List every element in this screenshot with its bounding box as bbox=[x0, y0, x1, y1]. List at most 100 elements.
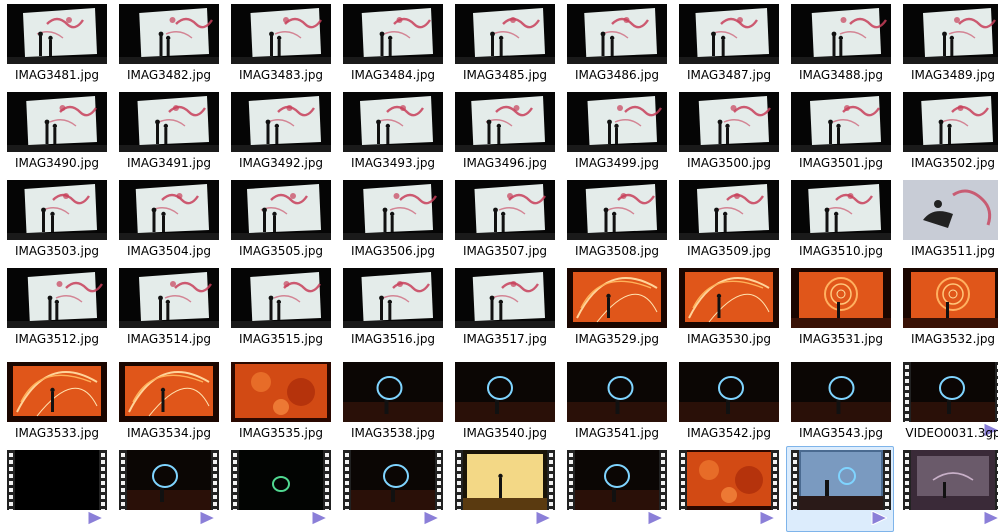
video-file-item[interactable] bbox=[562, 446, 670, 532]
file-thumbnail bbox=[567, 362, 667, 422]
image-file-item[interactable]: IMAG3504.jpg bbox=[114, 176, 222, 262]
image-file-item[interactable]: IMAG3488.jpg bbox=[786, 0, 894, 86]
file-thumbnail bbox=[567, 450, 667, 510]
file-name-label: IMAG3531.jpg bbox=[798, 332, 884, 346]
file-name-label: IMAG3516.jpg bbox=[350, 332, 436, 346]
image-file-item[interactable]: IMAG3542.jpg bbox=[674, 358, 782, 444]
image-file-item[interactable]: IMAG3486.jpg bbox=[562, 0, 670, 86]
file-thumbnail bbox=[679, 180, 779, 240]
file-thumbnail bbox=[119, 268, 219, 328]
video-play-icon bbox=[87, 510, 105, 529]
file-thumbnail bbox=[119, 92, 219, 152]
image-file-item[interactable]: IMAG3489.jpg bbox=[898, 0, 998, 86]
video-file-item[interactable] bbox=[114, 446, 222, 532]
image-file-item[interactable]: IMAG3516.jpg bbox=[338, 264, 446, 350]
image-file-item[interactable]: IMAG3534.jpg bbox=[114, 358, 222, 444]
file-thumbnail bbox=[567, 4, 667, 64]
image-file-item[interactable]: IMAG3496.jpg bbox=[450, 88, 558, 174]
image-file-item[interactable]: IMAG3481.jpg bbox=[2, 0, 110, 86]
file-name-label: IMAG3511.jpg bbox=[910, 244, 996, 258]
image-file-item[interactable]: IMAG3499.jpg bbox=[562, 88, 670, 174]
image-file-item[interactable]: IMAG3510.jpg bbox=[786, 176, 894, 262]
image-file-item[interactable]: IMAG3500.jpg bbox=[674, 88, 782, 174]
file-name-label: IMAG3493.jpg bbox=[350, 156, 436, 170]
image-file-item[interactable]: IMAG3515.jpg bbox=[226, 264, 334, 350]
image-file-item[interactable]: IMAG3535.jpg bbox=[226, 358, 334, 444]
image-file-item[interactable]: IMAG3507.jpg bbox=[450, 176, 558, 262]
image-file-item[interactable]: IMAG3533.jpg bbox=[2, 358, 110, 444]
video-play-icon bbox=[647, 510, 665, 529]
image-file-item[interactable]: IMAG3541.jpg bbox=[562, 358, 670, 444]
image-file-item[interactable]: IMAG3502.jpg bbox=[898, 88, 998, 174]
image-file-item[interactable]: IMAG3482.jpg bbox=[114, 0, 222, 86]
image-file-item[interactable]: IMAG3491.jpg bbox=[114, 88, 222, 174]
file-name-label: IMAG3506.jpg bbox=[350, 244, 436, 258]
image-file-item[interactable]: IMAG3487.jpg bbox=[674, 0, 782, 86]
image-file-item[interactable]: IMAG3503.jpg bbox=[2, 176, 110, 262]
image-file-item[interactable]: IMAG3530.jpg bbox=[674, 264, 782, 350]
file-name-label: VIDEO0031.3gp bbox=[905, 426, 998, 440]
file-thumbnail bbox=[343, 92, 443, 152]
image-file-item[interactable]: IMAG3493.jpg bbox=[338, 88, 446, 174]
image-file-item[interactable]: IMAG3511.jpg bbox=[898, 176, 998, 262]
file-name-label: IMAG3481.jpg bbox=[14, 68, 100, 82]
image-file-item[interactable]: IMAG3506.jpg bbox=[338, 176, 446, 262]
file-thumbnail bbox=[903, 180, 998, 240]
video-file-item[interactable] bbox=[226, 446, 334, 532]
file-thumbnail bbox=[231, 450, 331, 510]
file-name-label: IMAG3530.jpg bbox=[686, 332, 772, 346]
image-file-item[interactable]: IMAG3492.jpg bbox=[226, 88, 334, 174]
file-thumbnail bbox=[7, 92, 107, 152]
file-thumbnail bbox=[231, 268, 331, 328]
image-file-item[interactable]: IMAG3490.jpg bbox=[2, 88, 110, 174]
video-file-item[interactable] bbox=[2, 446, 110, 532]
file-name-label: IMAG3543.jpg bbox=[798, 426, 884, 440]
image-file-item[interactable]: IMAG3512.jpg bbox=[2, 264, 110, 350]
file-thumbnail bbox=[791, 4, 891, 64]
image-file-item[interactable]: IMAG3517.jpg bbox=[450, 264, 558, 350]
file-name-label: IMAG3482.jpg bbox=[126, 68, 212, 82]
video-file-item[interactable] bbox=[450, 446, 558, 532]
image-file-item[interactable]: IMAG3538.jpg bbox=[338, 358, 446, 444]
file-name-label: IMAG3514.jpg bbox=[126, 332, 212, 346]
file-name-label: IMAG3491.jpg bbox=[126, 156, 212, 170]
file-thumbnail bbox=[567, 180, 667, 240]
video-play-icon bbox=[871, 510, 889, 529]
file-thumbnail bbox=[119, 180, 219, 240]
video-play-icon bbox=[983, 510, 998, 529]
video-file-item[interactable] bbox=[898, 446, 998, 532]
image-file-item[interactable]: IMAG3505.jpg bbox=[226, 176, 334, 262]
image-file-item[interactable]: IMAG3529.jpg bbox=[562, 264, 670, 350]
image-file-item[interactable]: IMAG3532.jpg bbox=[898, 264, 998, 350]
file-name-label: IMAG3486.jpg bbox=[574, 68, 660, 82]
file-thumbnail bbox=[903, 268, 998, 328]
file-name-label: IMAG3517.jpg bbox=[462, 332, 548, 346]
video-file-item[interactable] bbox=[338, 446, 446, 532]
file-name-label: IMAG3515.jpg bbox=[238, 332, 324, 346]
video-file-item[interactable] bbox=[786, 446, 894, 532]
image-file-item[interactable]: IMAG3509.jpg bbox=[674, 176, 782, 262]
file-name-label: IMAG3535.jpg bbox=[238, 426, 324, 440]
file-name-label: IMAG3483.jpg bbox=[238, 68, 324, 82]
image-file-item[interactable]: IMAG3484.jpg bbox=[338, 0, 446, 86]
video-file-item[interactable] bbox=[674, 446, 782, 532]
file-thumbnail bbox=[567, 92, 667, 152]
image-file-item[interactable]: IMAG3543.jpg bbox=[786, 358, 894, 444]
file-name-label: IMAG3484.jpg bbox=[350, 68, 436, 82]
image-file-item[interactable]: IMAG3531.jpg bbox=[786, 264, 894, 350]
image-file-item[interactable]: IMAG3485.jpg bbox=[450, 0, 558, 86]
image-file-item[interactable]: IMAG3501.jpg bbox=[786, 88, 894, 174]
file-name-label: IMAG3541.jpg bbox=[574, 426, 660, 440]
file-name-label: IMAG3496.jpg bbox=[462, 156, 548, 170]
file-thumbnail bbox=[7, 180, 107, 240]
file-thumbnail bbox=[455, 92, 555, 152]
image-file-item[interactable]: IMAG3508.jpg bbox=[562, 176, 670, 262]
image-file-item[interactable]: IMAG3540.jpg bbox=[450, 358, 558, 444]
file-thumbnail bbox=[7, 450, 107, 510]
file-name-label: IMAG3529.jpg bbox=[574, 332, 660, 346]
file-thumbnail bbox=[231, 4, 331, 64]
file-thumbnail bbox=[343, 4, 443, 64]
image-file-item[interactable]: IMAG3514.jpg bbox=[114, 264, 222, 350]
image-file-item[interactable]: IMAG3483.jpg bbox=[226, 0, 334, 86]
video-file-item[interactable]: VIDEO0031.3gp bbox=[898, 358, 998, 444]
